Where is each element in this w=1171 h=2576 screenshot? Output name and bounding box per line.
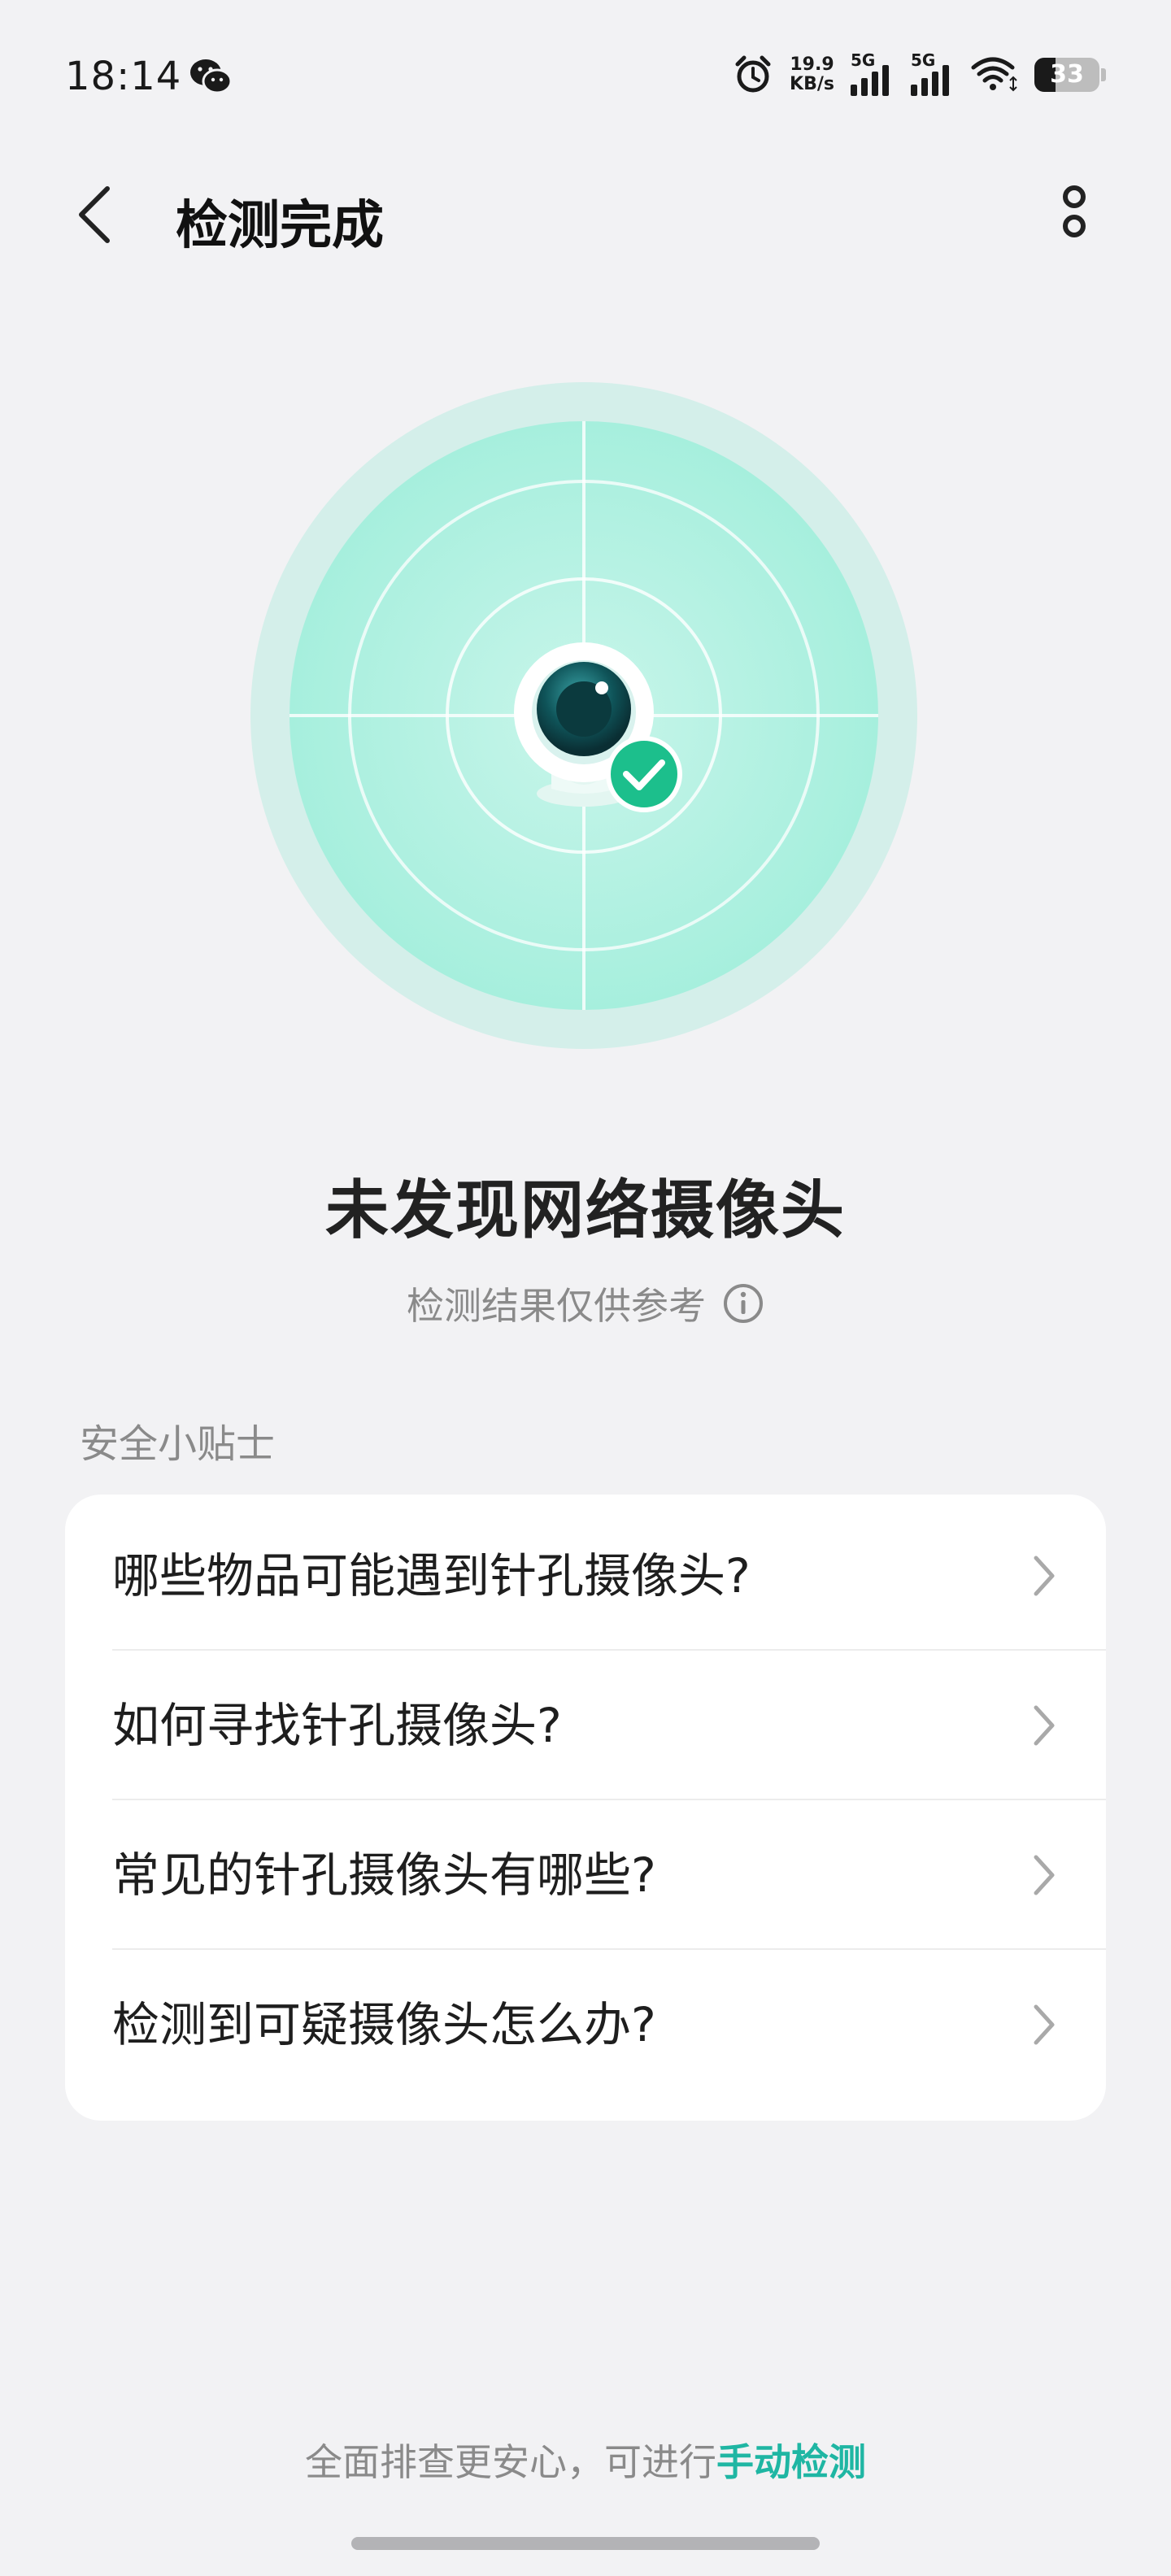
more-options-icon[interactable] bbox=[1054, 181, 1095, 246]
tip-label: 常见的针孔摄像头有哪些? bbox=[112, 1847, 656, 1903]
manual-detect-link[interactable]: 手动检测 bbox=[716, 2440, 866, 2484]
check-badge-icon bbox=[606, 736, 682, 812]
footer-hint: 全面排查更安心，可进行手动检测 bbox=[0, 2433, 1171, 2487]
section-label: 安全小贴士 bbox=[80, 1421, 276, 1467]
status-time: 18:14 bbox=[65, 54, 182, 99]
tips-card: 哪些物品可能遇到针孔摄像头? 如何寻找针孔摄像头? 常见的针孔摄像头有哪些? 检… bbox=[65, 1495, 1106, 2121]
chevron-right-icon bbox=[1034, 1705, 1055, 1746]
radar-illustration bbox=[250, 382, 917, 1049]
result-disclaimer: 检测结果仅供参考 bbox=[0, 1277, 1171, 1330]
tip-item[interactable]: 如何寻找针孔摄像头? bbox=[65, 1651, 1106, 1800]
battery-icon: 33 bbox=[1034, 58, 1099, 92]
wifi-icon bbox=[971, 57, 1017, 92]
info-icon[interactable] bbox=[722, 1282, 764, 1325]
page-title: 检测完成 bbox=[176, 196, 384, 256]
chevron-right-icon bbox=[1034, 1855, 1055, 1895]
network-speed: 19.9 KB/s bbox=[790, 54, 834, 94]
result-subtitle: 检测结果仅供参考 bbox=[407, 1284, 706, 1328]
tip-label: 哪些物品可能遇到针孔摄像头? bbox=[112, 1548, 751, 1603]
chevron-right-icon bbox=[1034, 1556, 1055, 1596]
chevron-right-icon bbox=[1034, 2004, 1055, 2045]
signal-icon: 5G bbox=[911, 50, 955, 96]
back-arrow-icon[interactable] bbox=[72, 182, 117, 247]
tip-item[interactable]: 哪些物品可能遇到针孔摄像头? bbox=[65, 1501, 1106, 1651]
status-icons: 19.9 KB/s 5G 5G 33 bbox=[733, 50, 1106, 99]
alarm-icon bbox=[735, 55, 771, 93]
footer-text: 全面排查更安心，可进行 bbox=[305, 2440, 716, 2484]
tip-label: 如何寻找针孔摄像头? bbox=[112, 1698, 562, 1753]
tip-item[interactable]: 检测到可疑摄像头怎么办? bbox=[65, 1950, 1106, 2100]
signal-icon: 5G bbox=[851, 50, 895, 96]
home-indicator[interactable] bbox=[351, 2537, 820, 2550]
result-title: 未发现网络摄像头 bbox=[324, 1174, 846, 1247]
wechat-icon bbox=[190, 59, 233, 94]
tip-item[interactable]: 常见的针孔摄像头有哪些? bbox=[65, 1800, 1106, 1950]
tip-label: 检测到可疑摄像头怎么办? bbox=[112, 1997, 656, 2052]
